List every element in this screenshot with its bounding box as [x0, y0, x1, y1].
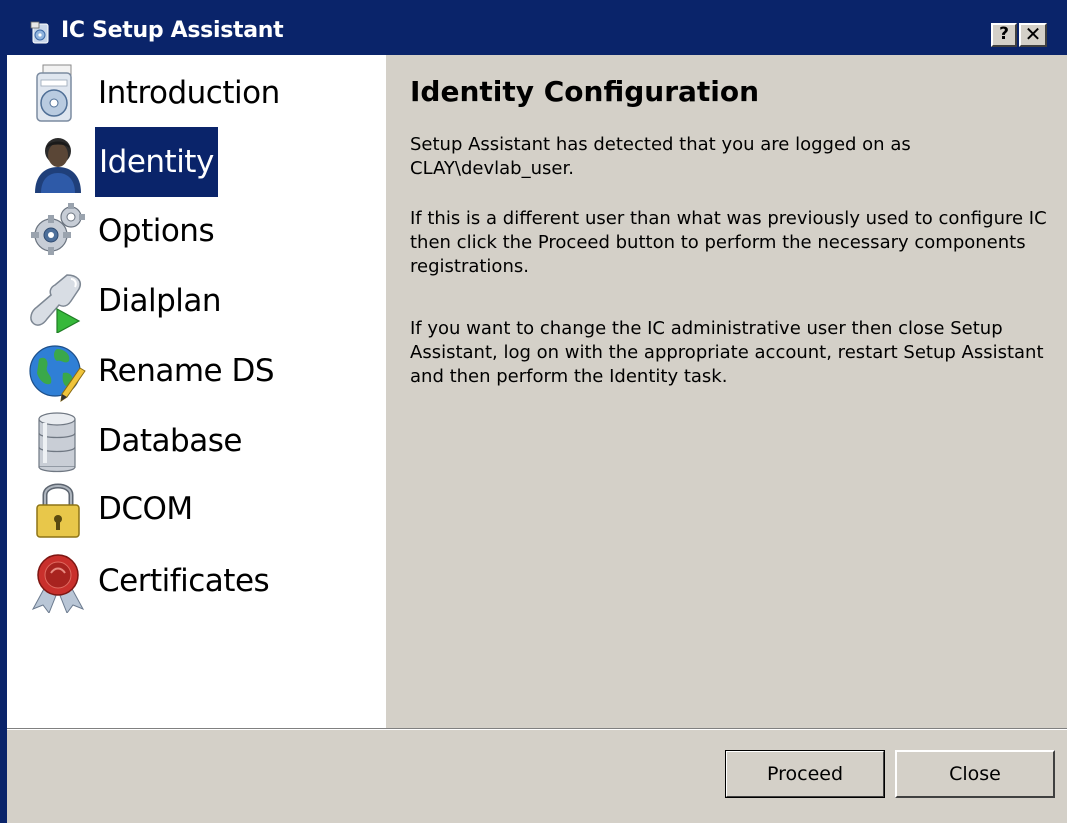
- page-title: Identity Configuration: [410, 75, 760, 108]
- task-content-pane: Identity Configuration Setup Assistant h…: [386, 55, 1067, 728]
- sidebar-item-database[interactable]: Database: [7, 407, 386, 477]
- certificate-icon: [31, 554, 85, 613]
- change-user-instructions-text: If you want to change the IC administrat…: [410, 318, 1044, 387]
- detected-user-text: Setup Assistant has detected that you ar…: [410, 134, 911, 179]
- sidebar-item-options[interactable]: Options: [7, 197, 386, 267]
- sidebar-item-label: Introduction: [98, 75, 280, 111]
- lock-icon: [36, 483, 80, 538]
- app-icon: [30, 21, 49, 44]
- database-icon: [38, 412, 76, 473]
- sidebar-item-label: Identity: [95, 127, 218, 197]
- sidebar-item-label: Certificates: [98, 563, 270, 599]
- phone-icon: [30, 274, 81, 333]
- setup-assistant-window: IC Setup Assistant ? ✕ Introduction Iden…: [0, 0, 1067, 823]
- sidebar-item-label: Dialplan: [98, 283, 222, 319]
- close-button[interactable]: Close: [895, 750, 1055, 798]
- sidebar-item-identity[interactable]: Identity: [7, 127, 386, 197]
- sidebar-item-label: Database: [98, 423, 242, 459]
- sidebar-item-label: Rename DS: [98, 353, 275, 389]
- window-border-left: [0, 0, 7, 823]
- user-icon: [35, 138, 81, 193]
- window-close-button[interactable]: ✕: [1019, 23, 1047, 47]
- sidebar-item-label: Options: [98, 213, 215, 249]
- sidebar-item-dcom[interactable]: DCOM: [7, 475, 386, 545]
- sidebar-item-introduction[interactable]: Introduction: [7, 59, 386, 129]
- globe-pencil-icon: [29, 345, 86, 403]
- task-sidebar: Introduction Identity Options Dialplan R…: [7, 55, 386, 728]
- proceed-button[interactable]: Proceed: [725, 750, 885, 798]
- footer-divider-highlight: [7, 729, 1067, 730]
- window-border-top: [0, 0, 1067, 7]
- window-title: IC Setup Assistant: [61, 18, 284, 43]
- title-bar[interactable]: IC Setup Assistant ? ✕: [7, 7, 1067, 55]
- gear-icon: [31, 203, 85, 255]
- sidebar-item-rename-ds[interactable]: Rename DS: [7, 337, 386, 407]
- sidebar-item-label: DCOM: [98, 491, 193, 527]
- sidebar-item-certificates[interactable]: Certificates: [7, 547, 386, 617]
- proceed-instructions-text: If this is a different user than what wa…: [410, 208, 1047, 277]
- help-button[interactable]: ?: [991, 23, 1017, 47]
- sidebar-item-dialplan[interactable]: Dialplan: [7, 267, 386, 337]
- setup-disc-icon: [36, 64, 72, 122]
